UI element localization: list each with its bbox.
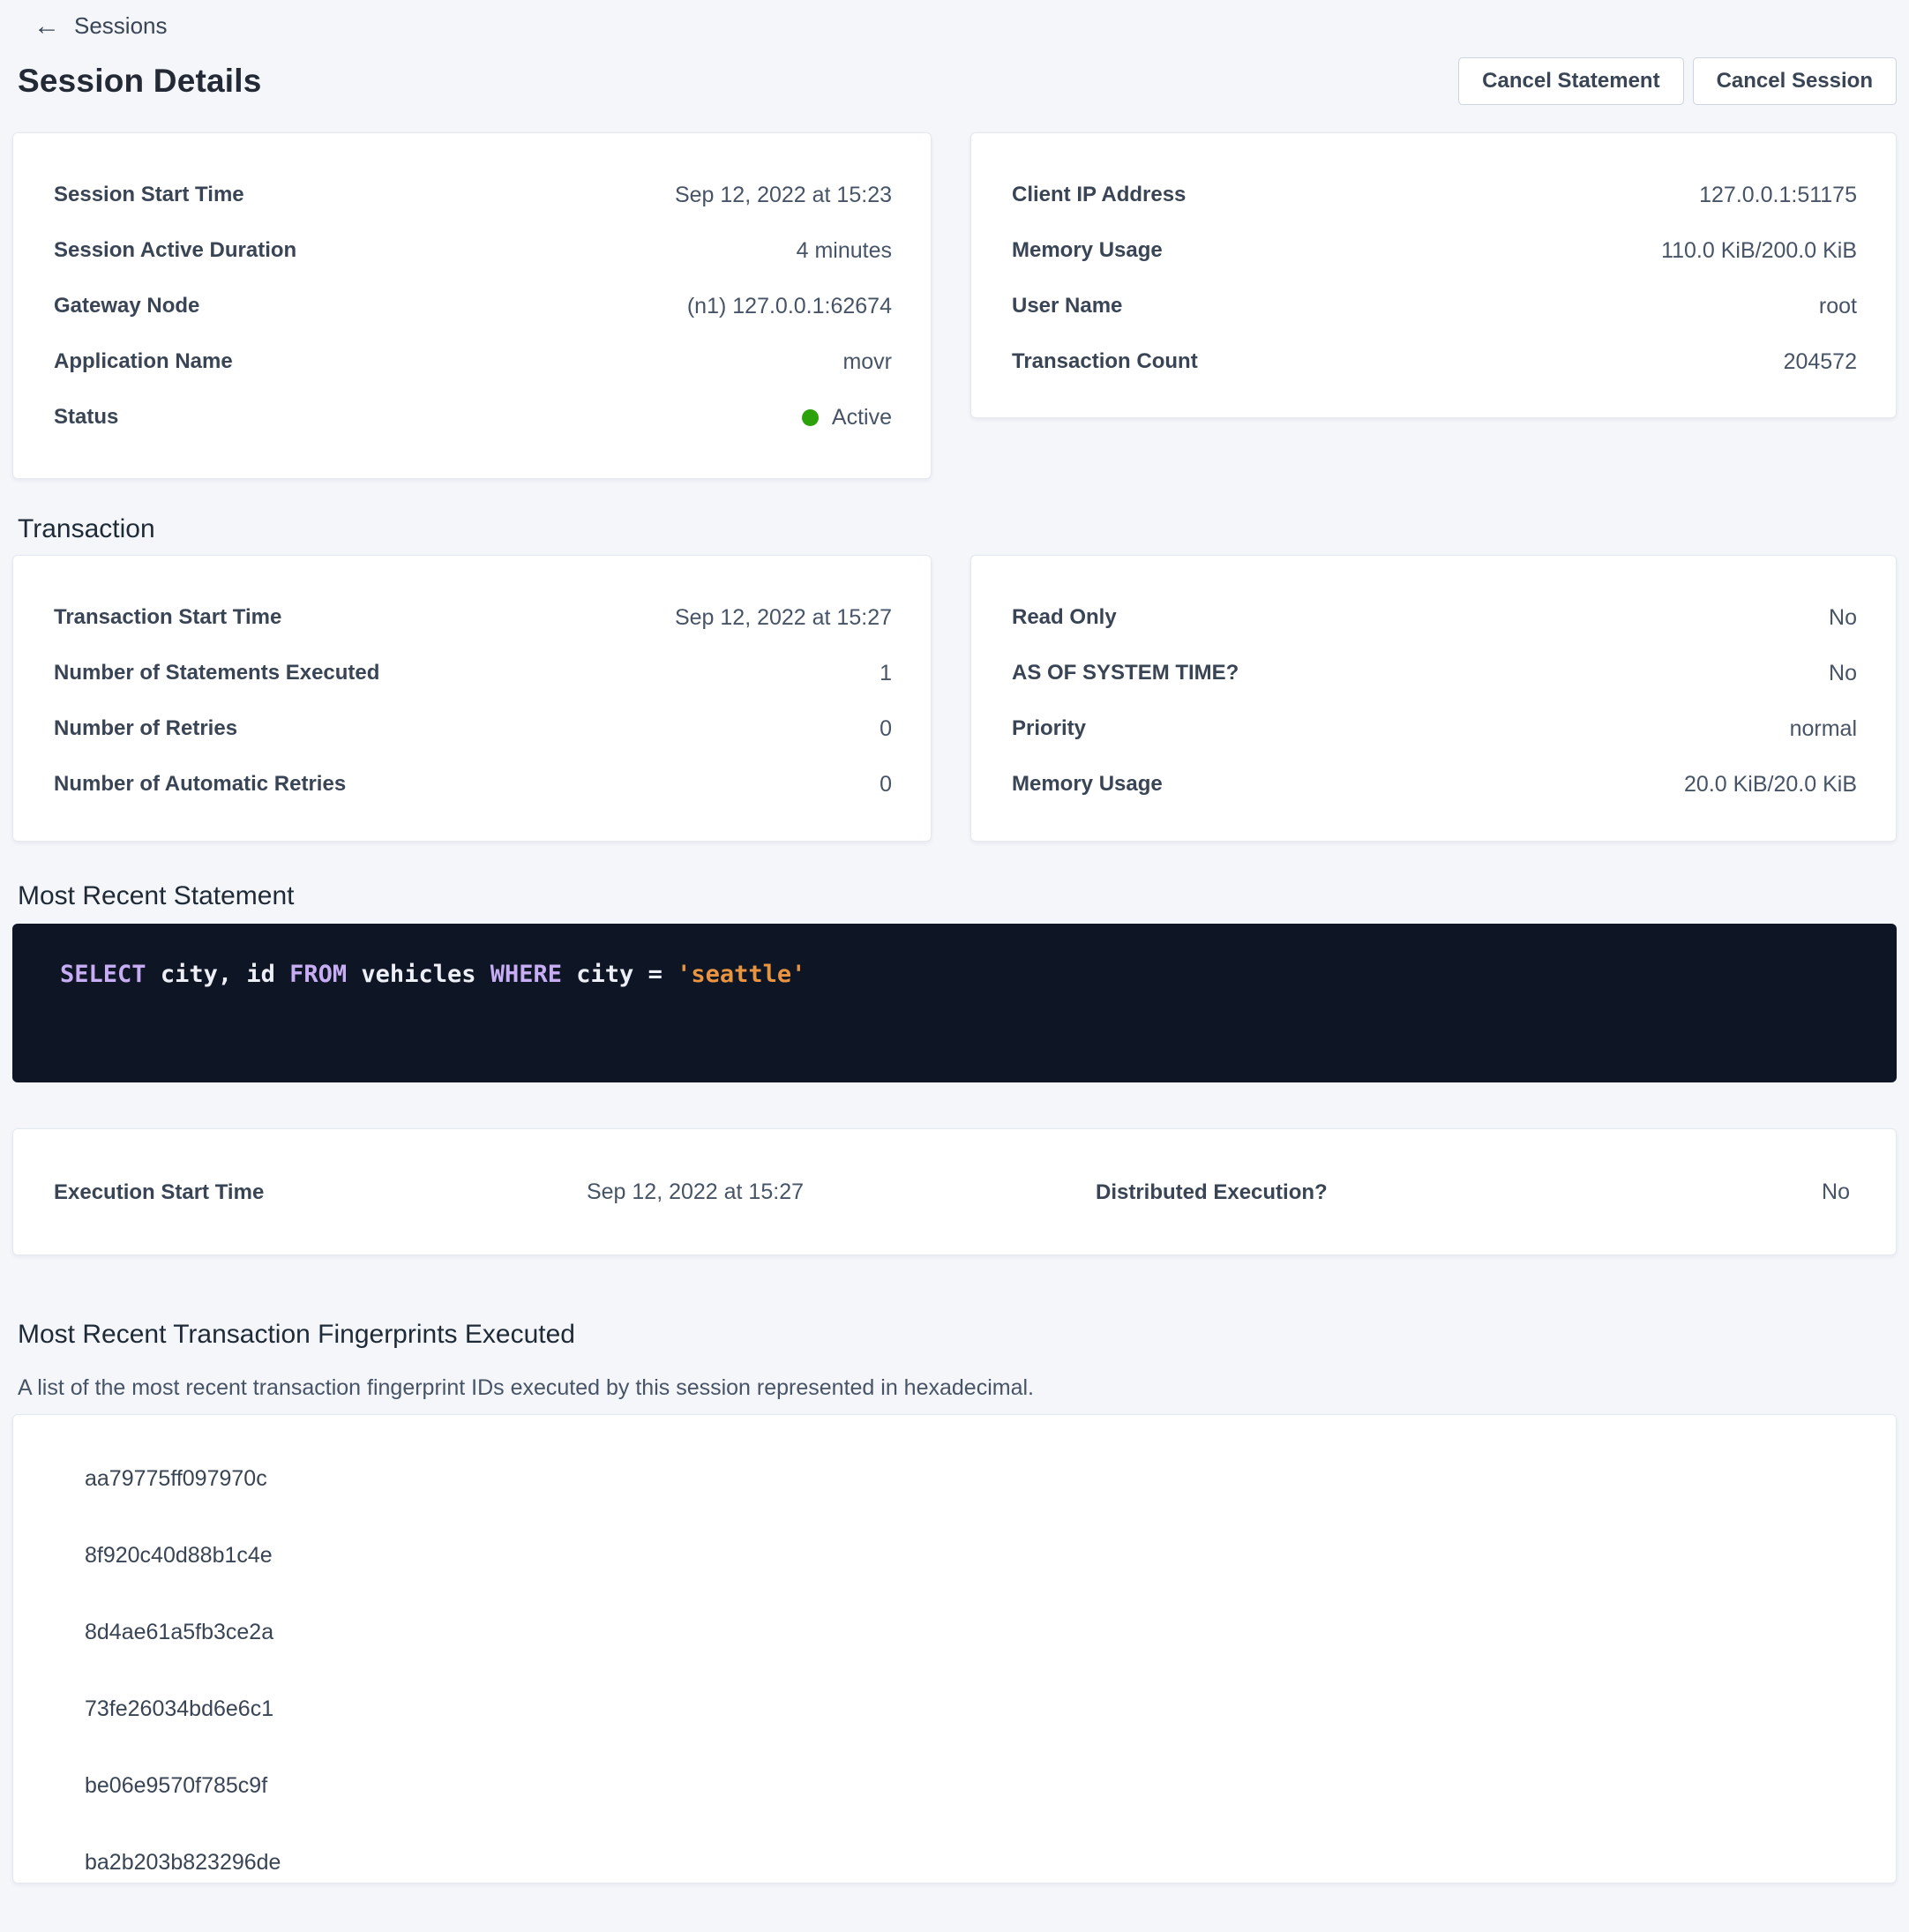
- sql-string-literal: 'seattle': [677, 961, 805, 988]
- table-row: Distributed Execution? No: [954, 1179, 1896, 1205]
- table-row: Transaction Start Time Sep 12, 2022 at 1…: [54, 603, 892, 659]
- user-name-value: root: [1819, 292, 1857, 320]
- txn-memory-usage-value: 20.0 KiB/20.0 KiB: [1684, 770, 1857, 798]
- read-only-value: No: [1829, 603, 1857, 632]
- memory-usage-label: Memory Usage: [1012, 236, 1163, 265]
- retries-label: Number of Retries: [54, 715, 237, 743]
- client-ip-label: Client IP Address: [1012, 181, 1186, 209]
- priority-value: normal: [1790, 715, 1857, 743]
- user-name-label: User Name: [1012, 292, 1122, 320]
- session-active-duration-label: Session Active Duration: [54, 236, 296, 265]
- status-value: Active: [832, 403, 892, 431]
- sql-table: vehicles: [361, 961, 475, 988]
- list-item: 8d4ae61a5fb3ce2a: [85, 1619, 1855, 1645]
- table-row: Number of Retries 0: [54, 715, 892, 770]
- transaction-count-label: Transaction Count: [1012, 348, 1198, 376]
- execution-start-time-label: Execution Start Time: [54, 1180, 264, 1205]
- sql-keyword-where: WHERE: [490, 961, 562, 988]
- as-of-system-time-value: No: [1829, 659, 1857, 687]
- cancel-session-button[interactable]: Cancel Session: [1693, 57, 1897, 105]
- status-active-dot-icon: [802, 409, 819, 426]
- execution-info-card: Execution Start Time Sep 12, 2022 at 15:…: [12, 1128, 1897, 1255]
- execution-start-time-value: Sep 12, 2022 at 15:27: [587, 1179, 804, 1205]
- sql-operator: =: [648, 961, 663, 988]
- priority-label: Priority: [1012, 715, 1086, 743]
- transaction-start-time-label: Transaction Start Time: [54, 603, 281, 632]
- fingerprints-card: aa79775ff097970c 8f920c40d88b1c4e 8d4ae6…: [12, 1414, 1897, 1883]
- table-row: Session Start Time Sep 12, 2022 at 15:23: [54, 181, 892, 236]
- header-actions: Cancel Statement Cancel Session: [1458, 57, 1897, 105]
- memory-usage-value: 110.0 KiB/200.0 KiB: [1661, 236, 1857, 265]
- client-info-card: Client IP Address 127.0.0.1:51175 Memory…: [970, 132, 1897, 418]
- gateway-node-label: Gateway Node: [54, 292, 199, 320]
- sql-columns: city, id: [161, 961, 275, 988]
- session-details-page: ← Sessions Session Details Cancel Statem…: [0, 12, 1909, 1883]
- gateway-node-link[interactable]: (n1) 127.0.0.1:62674: [687, 292, 892, 320]
- list-item: 73fe26034bd6e6c1: [85, 1696, 1855, 1722]
- read-only-label: Read Only: [1012, 603, 1117, 632]
- transaction-section-heading: Transaction: [18, 511, 1897, 548]
- sql-where-column: city: [576, 961, 633, 988]
- list-item: ba2b203b823296de: [85, 1849, 1855, 1876]
- session-start-time-label: Session Start Time: [54, 181, 244, 209]
- list-item: aa79775ff097970c: [85, 1465, 1855, 1492]
- session-info-card: Session Start Time Sep 12, 2022 at 15:23…: [12, 132, 932, 479]
- txn-memory-usage-label: Memory Usage: [1012, 770, 1163, 798]
- transaction-info-card: Transaction Start Time Sep 12, 2022 at 1…: [12, 555, 932, 842]
- table-row: User Name root: [1012, 292, 1857, 348]
- most-recent-statement-heading: Most Recent Statement: [18, 878, 1897, 915]
- page-title: Session Details: [18, 63, 262, 100]
- table-row: Priority normal: [1012, 715, 1857, 770]
- table-row: Application Name movr: [54, 348, 892, 403]
- fingerprints-section-heading: Most Recent Transaction Fingerprints Exe…: [18, 1316, 1897, 1353]
- sql-keyword-from: FROM: [289, 961, 347, 988]
- fingerprints-description: A list of the most recent transaction fi…: [18, 1374, 1897, 1402]
- transaction-count-value: 204572: [1784, 348, 1857, 376]
- distributed-execution-value: No: [1822, 1179, 1850, 1205]
- automatic-retries-value: 0: [880, 770, 892, 798]
- status-label: Status: [54, 403, 118, 431]
- breadcrumb-sessions-link[interactable]: Sessions: [74, 12, 168, 40]
- table-row: Session Active Duration 4 minutes: [54, 236, 892, 292]
- session-summary-cards: Session Start Time Sep 12, 2022 at 15:23…: [12, 132, 1897, 479]
- transaction-props-card: Read Only No AS OF SYSTEM TIME? No Prior…: [970, 555, 1897, 842]
- table-row: Client IP Address 127.0.0.1:51175: [1012, 181, 1857, 236]
- sql-keyword-select: SELECT: [60, 961, 146, 988]
- status-badge: Active: [802, 403, 892, 431]
- list-item: be06e9570f785c9f: [85, 1772, 1855, 1799]
- page-header: Session Details Cancel Statement Cancel …: [12, 57, 1897, 105]
- sql-statement-box: SELECT city, id FROM vehicles WHERE city…: [12, 924, 1897, 1082]
- statements-executed-value: 1: [880, 659, 892, 687]
- table-row: AS OF SYSTEM TIME? No: [1012, 659, 1857, 715]
- statements-executed-label: Number of Statements Executed: [54, 659, 379, 687]
- session-start-time-value: Sep 12, 2022 at 15:23: [675, 181, 892, 209]
- table-row: Status Active: [54, 403, 892, 459]
- table-row: Number of Statements Executed 1: [54, 659, 892, 715]
- as-of-system-time-label: AS OF SYSTEM TIME?: [1012, 659, 1239, 687]
- table-row: Memory Usage 110.0 KiB/200.0 KiB: [1012, 236, 1857, 292]
- cancel-statement-button[interactable]: Cancel Statement: [1458, 57, 1683, 105]
- application-name-value: movr: [842, 348, 892, 376]
- session-active-duration-value: 4 minutes: [797, 236, 892, 265]
- list-item: 8f920c40d88b1c4e: [85, 1542, 1855, 1569]
- transaction-cards: Transaction Start Time Sep 12, 2022 at 1…: [12, 555, 1897, 842]
- table-row: Execution Start Time Sep 12, 2022 at 15:…: [13, 1179, 954, 1205]
- retries-value: 0: [880, 715, 892, 743]
- distributed-execution-label: Distributed Execution?: [1096, 1180, 1328, 1205]
- table-row: Memory Usage 20.0 KiB/20.0 KiB: [1012, 770, 1857, 826]
- automatic-retries-label: Number of Automatic Retries: [54, 770, 346, 798]
- back-arrow-icon[interactable]: ←: [34, 13, 60, 40]
- table-row: Gateway Node (n1) 127.0.0.1:62674: [54, 292, 892, 348]
- breadcrumb[interactable]: ← Sessions: [34, 12, 168, 40]
- table-row: Read Only No: [1012, 603, 1857, 659]
- application-name-label: Application Name: [54, 348, 233, 376]
- client-ip-value: 127.0.0.1:51175: [1699, 181, 1857, 209]
- table-row: Number of Automatic Retries 0: [54, 770, 892, 826]
- transaction-start-time-value: Sep 12, 2022 at 15:27: [675, 603, 892, 632]
- table-row: Transaction Count 204572: [1012, 348, 1857, 403]
